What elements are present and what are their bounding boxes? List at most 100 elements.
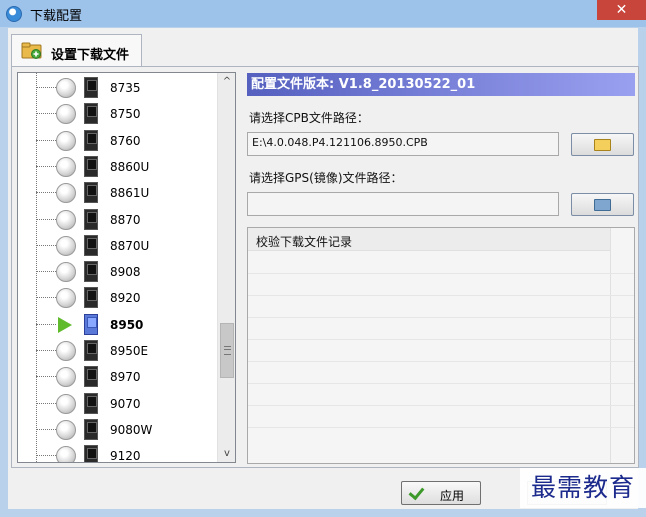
phone-icon xyxy=(84,418,98,440)
tree-item[interactable]: 8950 xyxy=(18,312,218,338)
close-button[interactable]: ✕ xyxy=(597,0,646,20)
phone-icon xyxy=(84,208,98,230)
log-row xyxy=(248,405,634,406)
phone-icon xyxy=(84,287,98,309)
tree-connector xyxy=(36,428,56,430)
folder-open-icon xyxy=(594,139,611,151)
log-row xyxy=(248,339,634,340)
tree-connector xyxy=(36,165,56,167)
tree-item-label: 8750 xyxy=(110,107,141,122)
status-ball-icon xyxy=(56,78,76,98)
tree-item-label: 8735 xyxy=(110,81,141,95)
status-ball-icon xyxy=(56,183,76,204)
tree-item-label: 8870U xyxy=(110,238,150,253)
scroll-down-button[interactable]: v xyxy=(218,445,235,462)
grip-icon xyxy=(224,346,231,355)
tree-item-label: 9080W xyxy=(110,422,153,437)
tree-connector xyxy=(36,376,56,378)
log-row xyxy=(248,273,634,274)
status-ball-icon xyxy=(56,156,76,177)
tree-connector xyxy=(36,218,56,220)
status-ball-icon xyxy=(56,341,76,361)
tree-item[interactable]: 9080W xyxy=(18,417,218,443)
gps-path-field[interactable] xyxy=(247,192,559,216)
tree-connector xyxy=(36,297,56,299)
status-ball-icon xyxy=(56,367,76,388)
tree-item[interactable]: 8861U xyxy=(18,180,218,206)
phone-icon xyxy=(84,261,98,283)
phone-icon xyxy=(84,129,98,151)
scroll-thumb[interactable] xyxy=(220,323,234,378)
status-ball-icon xyxy=(56,262,76,283)
phone-icon xyxy=(84,445,98,462)
log-title: 校验下载文件记录 xyxy=(256,235,353,249)
status-ball-icon xyxy=(56,104,76,125)
tree-item-label: 8970 xyxy=(110,370,141,385)
tree-item-label: 8870 xyxy=(110,212,141,227)
phone-icon xyxy=(84,103,98,125)
apply-button[interactable]: 应用 xyxy=(401,481,481,505)
status-ball-icon xyxy=(56,393,76,414)
tree-item[interactable]: 8920 xyxy=(18,285,218,311)
tree-connector xyxy=(36,271,56,273)
tree-item-label: 8950 xyxy=(110,317,144,332)
tree-item[interactable]: 8908 xyxy=(18,259,218,285)
tree-item[interactable]: 8860U xyxy=(18,154,218,180)
tree-item-label: 8950E xyxy=(110,344,149,358)
phone-icon xyxy=(84,366,98,388)
log-header: 校验下载文件记录 xyxy=(248,228,610,251)
browse-gps-button[interactable] xyxy=(571,193,634,216)
tree-item-label: 8760 xyxy=(110,133,141,148)
phone-icon xyxy=(84,155,98,177)
checkmark-icon xyxy=(408,483,425,501)
status-ball-icon xyxy=(56,235,76,256)
scroll-up-button[interactable]: ^ xyxy=(218,73,235,90)
tree-connector xyxy=(36,323,56,325)
config-version-banner: 配置文件版本: V1.8_20130522_01 xyxy=(247,73,635,96)
verify-log-panel: 校验下载文件记录 xyxy=(247,227,635,464)
tree-connector xyxy=(36,455,56,457)
tree-item[interactable]: 8870 xyxy=(18,207,218,233)
download-config-window: 下载配置 ✕ 设置下载文件 8735 8750 8760 8860U 8861U 8870… xyxy=(0,0,646,517)
tree-item[interactable]: 8970 xyxy=(18,364,218,390)
tree-connector xyxy=(36,113,56,115)
status-ball-icon xyxy=(56,446,76,462)
tree-item[interactable]: 8950E xyxy=(18,338,218,364)
tree-connector xyxy=(36,350,56,351)
tree-connector xyxy=(36,192,56,194)
folder-add-icon xyxy=(21,42,42,59)
log-row xyxy=(248,383,634,384)
tree-connector xyxy=(36,402,56,404)
window-title: 下载配置 xyxy=(30,9,83,24)
tree-item[interactable]: 8870U xyxy=(18,233,218,259)
tab-set-download-files[interactable]: 设置下载文件 xyxy=(11,34,142,67)
phone-icon xyxy=(84,234,98,256)
folder-image-icon xyxy=(594,199,611,211)
watermark-logo: 最需教育 xyxy=(520,468,646,508)
phone-icon xyxy=(84,392,98,414)
app-icon xyxy=(6,6,22,22)
tree-item[interactable]: 9070 xyxy=(18,391,218,417)
phone-icon xyxy=(84,313,98,335)
tree-item[interactable]: 8760 xyxy=(18,128,218,154)
tree-item-label: 8908 xyxy=(110,265,141,280)
tree-item[interactable]: 8735 xyxy=(18,75,218,101)
tree-scrollbar[interactable]: ^ v xyxy=(217,73,235,462)
tree-item-label: 8861U xyxy=(110,186,150,201)
tree-item[interactable]: 9120 xyxy=(18,443,218,462)
browse-cpb-button[interactable] xyxy=(571,133,634,156)
log-row xyxy=(248,427,634,428)
tree-connector xyxy=(36,139,56,141)
log-row xyxy=(248,317,634,318)
phone-icon xyxy=(84,340,98,361)
title-bar[interactable]: 下载配置 ✕ xyxy=(0,0,646,27)
tree-item-label: 8920 xyxy=(110,291,141,306)
tree-item[interactable]: 8750 xyxy=(18,101,218,127)
cpb-path-field[interactable]: E:\4.0.048.P4.121106.8950.CPB xyxy=(247,132,559,156)
model-tree[interactable]: 8735 8750 8760 8860U 8861U 8870 8870U 8908 8920 8… xyxy=(17,72,236,463)
tree-item-label: 9070 xyxy=(110,396,141,411)
status-ball-icon xyxy=(56,288,76,309)
phone-icon xyxy=(84,77,98,98)
status-ball-icon xyxy=(56,209,76,230)
tree-connector xyxy=(36,87,56,88)
